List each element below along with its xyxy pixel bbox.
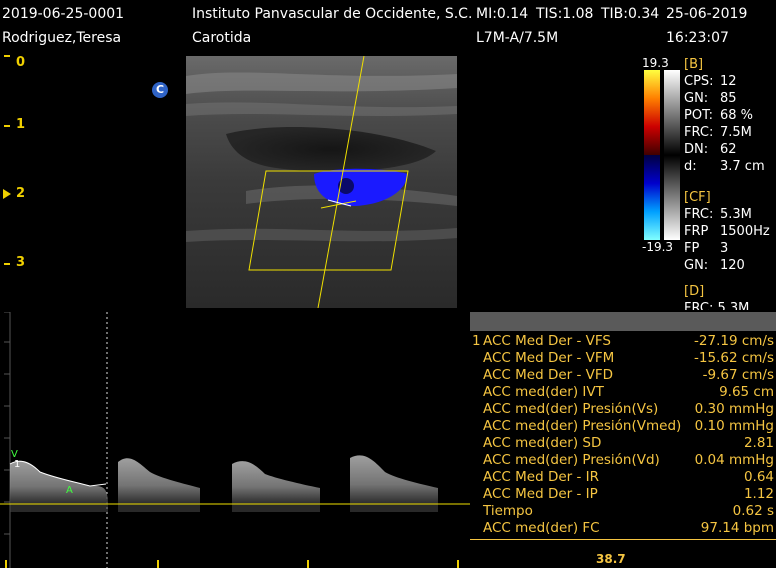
probe-info: L7M-A/7.5M [476, 30, 559, 46]
param-row: d: 3.7 cm [684, 159, 765, 174]
param-row-cut: FRC: 5.3M [684, 301, 750, 310]
measurement-row[interactable]: ACC Med Der - IR 0.64 [470, 469, 776, 486]
measurement-value: 97.14 bpm [700, 520, 774, 536]
measurement-value: 0.04 mmHg [694, 452, 774, 468]
study-id: 2019-06-25-0001 [2, 6, 125, 22]
measurement-row[interactable]: ACC med(der) SD 2.81 [470, 435, 776, 452]
measurement-value: 0.10 mmHg [694, 418, 774, 434]
measurement-label: ACC med(der) Presión(Vd) [483, 452, 660, 468]
measurement-row[interactable]: ACC med(der) Presión(Vmed) 0.10 mmHg [470, 418, 776, 435]
measurement-label: ACC Med Der - IR [483, 469, 600, 485]
measurement-row[interactable]: ACC Med Der - VFD -9.67 cm/s [470, 367, 776, 384]
d-section-title: [D] [684, 284, 705, 299]
parameter-panel: [B] CPS: 12 GN: 85 POT: 68 % FRC: 7.5M DN: 62… [684, 56, 776, 310]
b-mode-section-title: [B] [684, 57, 704, 72]
param-row: FP 3 [684, 241, 729, 256]
measurement-value: 9.65 cm [719, 384, 774, 400]
focus-marker-icon[interactable] [3, 189, 11, 199]
cursor-a-label: A [66, 485, 73, 496]
depth-scale: 0 1 2 3 [0, 52, 30, 312]
measurement-label: ACC Med Der - VFM [483, 350, 615, 366]
measurement-label: ACC med(der) Presión(Vmed) [483, 418, 682, 434]
measurement-value: -27.19 cm/s [694, 333, 774, 349]
depth-tick-1: 1 [16, 117, 26, 132]
measurement-label: ACC Med Der - IP [483, 486, 598, 502]
bmode-image[interactable] [186, 56, 457, 308]
measurement-panel: 1 ACC Med Der - VFS -27.19 cm/s ACC Med Der… [470, 312, 776, 568]
measurement-row[interactable]: ACC med(der) Presión(Vs) 0.30 mmHg [470, 401, 776, 418]
exam-type: Carotida [192, 30, 252, 46]
measurement-header [470, 312, 776, 331]
exam-date: 25-06-2019 [666, 6, 748, 22]
measurement-row[interactable]: ACC Med Der - VFM -15.62 cm/s [470, 350, 776, 367]
depth-tick-3: 3 [16, 255, 26, 270]
mi-value: MI:0.14 [476, 6, 529, 22]
param-row: POT: 68 % [684, 108, 754, 123]
param-row: FRC: 7.5M [684, 125, 752, 140]
measurement-value: -15.62 cm/s [694, 350, 774, 366]
measurement-row[interactable]: 1 ACC Med Der - VFS -27.19 cm/s [470, 333, 776, 350]
param-row: GN: 120 [684, 258, 745, 273]
spectral-doppler-trace[interactable]: V 1 A [0, 312, 470, 568]
measurement-label: Tiempo [483, 503, 533, 519]
measurement-list: 1 ACC Med Der - VFS -27.19 cm/s ACC Med Der… [470, 333, 776, 537]
measurement-row[interactable]: ACC med(der) IVT 9.65 cm [470, 384, 776, 401]
orientation-badge: C [152, 82, 168, 98]
param-row: CPS: 12 [684, 74, 737, 89]
measurement-label: ACC med(der) FC [483, 520, 600, 536]
measurement-label: ACC med(der) SD [483, 435, 602, 451]
color-bar-max: 19.3 [642, 56, 669, 70]
tib-value: TIB:0.34 [601, 6, 660, 22]
patient-name: Rodriguez,Teresa [2, 30, 122, 46]
measurement-value: 0.30 mmHg [694, 401, 774, 417]
param-row: DN: 62 [684, 142, 737, 157]
measurement-label: ACC Med Der - VFD [483, 367, 614, 383]
measurement-divider [470, 539, 776, 540]
tis-value: TIS:1.08 [536, 6, 594, 22]
measurement-label: ACC Med Der - VFS [483, 333, 611, 349]
gray-map-bar [664, 70, 680, 240]
measurement-value: -9.67 cm/s [702, 367, 774, 383]
param-row: FRP 1500Hz [684, 224, 770, 239]
measurement-value: 2.81 [743, 435, 774, 451]
measurement-label: ACC med(der) IVT [483, 384, 604, 400]
exam-time: 16:23:07 [666, 30, 729, 46]
measurement-value: 0.62 s [732, 503, 774, 519]
cursor-index-label: 1 [14, 459, 21, 470]
measurement-row[interactable]: ACC med(der) Presión(Vd) 0.04 mmHg [470, 452, 776, 469]
measurement-label: ACC med(der) Presión(Vs) [483, 401, 659, 417]
cf-section-title: [CF] [684, 190, 711, 205]
spectral-scale-label: 38.7 [596, 552, 626, 566]
measurement-index: 1 [472, 333, 481, 349]
depth-tick-2: 2 [16, 186, 26, 201]
measurement-value: 1.12 [743, 486, 774, 502]
measurement-row[interactable]: ACC Med Der - IP 1.12 [470, 486, 776, 503]
color-bar-min: -19.3 [642, 240, 674, 254]
measurement-row[interactable]: Tiempo 0.62 s [470, 503, 776, 520]
param-row: FRC: 5.3M [684, 207, 752, 222]
color-velocity-bar [644, 70, 660, 240]
measurement-value: 0.64 [743, 469, 774, 485]
depth-tick-0: 0 [16, 55, 26, 70]
institution-name: Instituto Panvascular de Occidente, S.C. [192, 6, 473, 22]
param-row: GN: 85 [684, 91, 737, 106]
measurement-row[interactable]: ACC med(der) FC 97.14 bpm [470, 520, 776, 537]
